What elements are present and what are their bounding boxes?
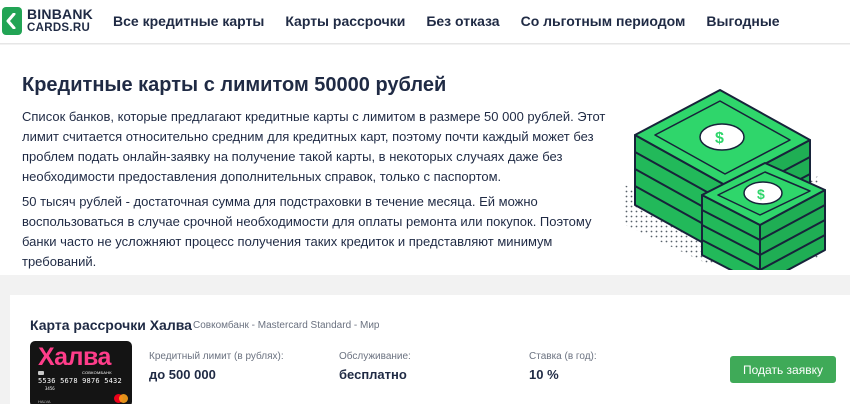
logo-mark-icon	[2, 7, 22, 35]
offer-subtitle: Совкомбанк - Mastercard Standard - Мир	[193, 320, 380, 331]
rate-field: Ставка (в год): 10 %	[529, 351, 597, 382]
svg-text:$: $	[757, 186, 765, 202]
card-offer: Карта рассрочки Халва Совкомбанк - Maste…	[10, 295, 850, 404]
page-title: Кредитные карты с лимитом 50000 рублей	[22, 74, 447, 96]
card-code: 3456	[45, 386, 55, 391]
intro-paragraph: Список банков, которые предлагают кредит…	[22, 109, 606, 184]
credit-limit-field: Кредитный лимит (в рублях): до 500 000	[149, 351, 284, 382]
site-logo[interactable]: BINBANK CARDS.RU	[2, 6, 94, 38]
offer-title[interactable]: Карта рассрочки Халва	[30, 317, 192, 333]
card-image[interactable]: Халва СОВКОМБАНК 5536 5678 9876 5432 345…	[30, 341, 132, 404]
card-number: 5536 5678 9876 5432	[38, 377, 122, 385]
mastercard-icon	[114, 394, 128, 403]
apply-button[interactable]: Подать заявку	[730, 356, 836, 383]
nav-item-profitable[interactable]: Выгодные	[706, 13, 779, 29]
card-brand-logo: Халва	[38, 343, 111, 371]
nav-item-installment-cards[interactable]: Карты рассрочки	[285, 13, 405, 29]
credit-limit-value: до 500 000	[149, 367, 216, 382]
nav-item-all-credit-cards[interactable]: Все кредитные карты	[113, 13, 264, 29]
logo-text-binbank: BINBANK	[27, 6, 93, 22]
card-bank-name: СОВКОМБАНК	[82, 370, 112, 375]
service-label: Обслуживание:	[339, 351, 411, 362]
money-stack-icon: $ $	[625, 89, 826, 270]
logo-text-cards: CARDS.RU	[27, 22, 91, 34]
service-value: бесплатно	[339, 367, 407, 382]
rate-value: 10 %	[529, 367, 559, 382]
card-chip-icon	[38, 371, 44, 375]
service-field: Обслуживание: бесплатно	[339, 351, 411, 382]
nav-item-grace-period[interactable]: Со льготным периодом	[521, 13, 686, 29]
svg-text:$: $	[715, 130, 724, 147]
nav-item-no-refusal[interactable]: Без отказа	[426, 13, 499, 29]
rate-label: Ставка (в год):	[529, 351, 597, 362]
description-paragraph: 50 тысяч рублей - достаточная сумма для …	[22, 194, 592, 269]
hero-section: Кредитные карты с лимитом 50000 рублей С…	[0, 45, 850, 275]
site-header: BINBANK CARDS.RU Все кредитные карты Кар…	[0, 0, 850, 44]
main-nav: Все кредитные карты Карты рассрочки Без …	[113, 13, 801, 29]
card-holder: HALVA	[38, 399, 51, 404]
credit-limit-label: Кредитный лимит (в рублях):	[149, 351, 284, 362]
